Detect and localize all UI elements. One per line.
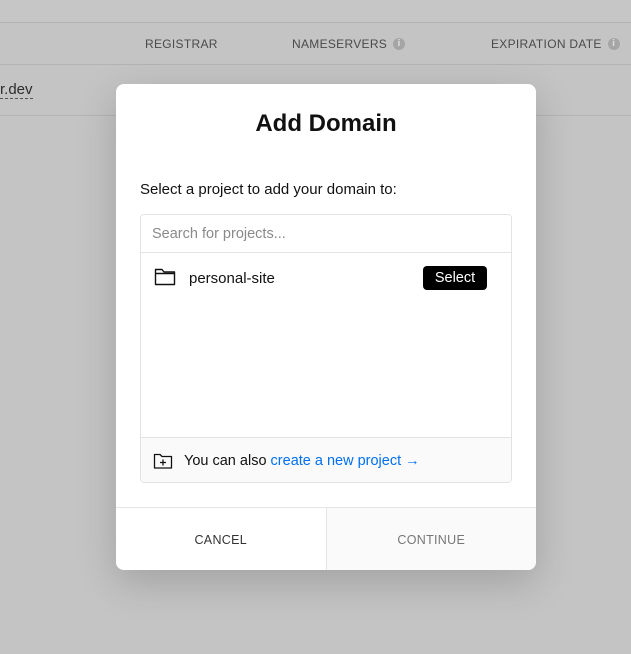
create-project-footer: You can also create a new project → [141, 437, 511, 482]
column-header-nameservers: NAMESERVERS i [292, 37, 406, 51]
add-domain-modal: Add Domain Select a project to add your … [116, 84, 536, 570]
domains-table-header: REGISTRAR NAMESERVERS i EXPIRATION DATE … [0, 23, 631, 65]
domain-link[interactable]: r.dev [0, 81, 33, 99]
modal-title: Add Domain [255, 110, 397, 137]
project-search-input[interactable] [141, 215, 511, 253]
column-header-label: EXPIRATION DATE [491, 37, 602, 51]
modal-actions: CANCEL CONTINUE [116, 507, 536, 570]
create-project-text: You can also create a new project → [184, 453, 420, 469]
continue-button[interactable]: CONTINUE [326, 508, 536, 570]
info-icon[interactable]: i [393, 38, 406, 50]
project-name: personal-site [189, 270, 275, 287]
select-project-button[interactable]: Select [423, 266, 487, 290]
footer-prefix: You can also [184, 453, 271, 469]
project-list-item: personal-site Select [141, 253, 511, 303]
column-header-label: REGISTRAR [145, 37, 218, 51]
column-header-expiration-date: EXPIRATION DATE i [491, 37, 620, 51]
modal-subtitle: Select a project to add your domain to: [140, 181, 397, 198]
column-header-registrar: REGISTRAR [145, 37, 218, 51]
page: REGISTRAR NAMESERVERS i EXPIRATION DATE … [0, 0, 631, 654]
project-picker: personal-site Select You can also create… [140, 214, 512, 483]
folder-icon [154, 266, 176, 286]
create-new-project-link[interactable]: create a new project → [271, 453, 420, 469]
cancel-button[interactable]: CANCEL [116, 508, 327, 570]
folder-plus-icon [153, 452, 173, 470]
column-header-label: NAMESERVERS [292, 37, 388, 51]
info-icon[interactable]: i [607, 38, 620, 50]
background-top-bar [0, 0, 631, 23]
